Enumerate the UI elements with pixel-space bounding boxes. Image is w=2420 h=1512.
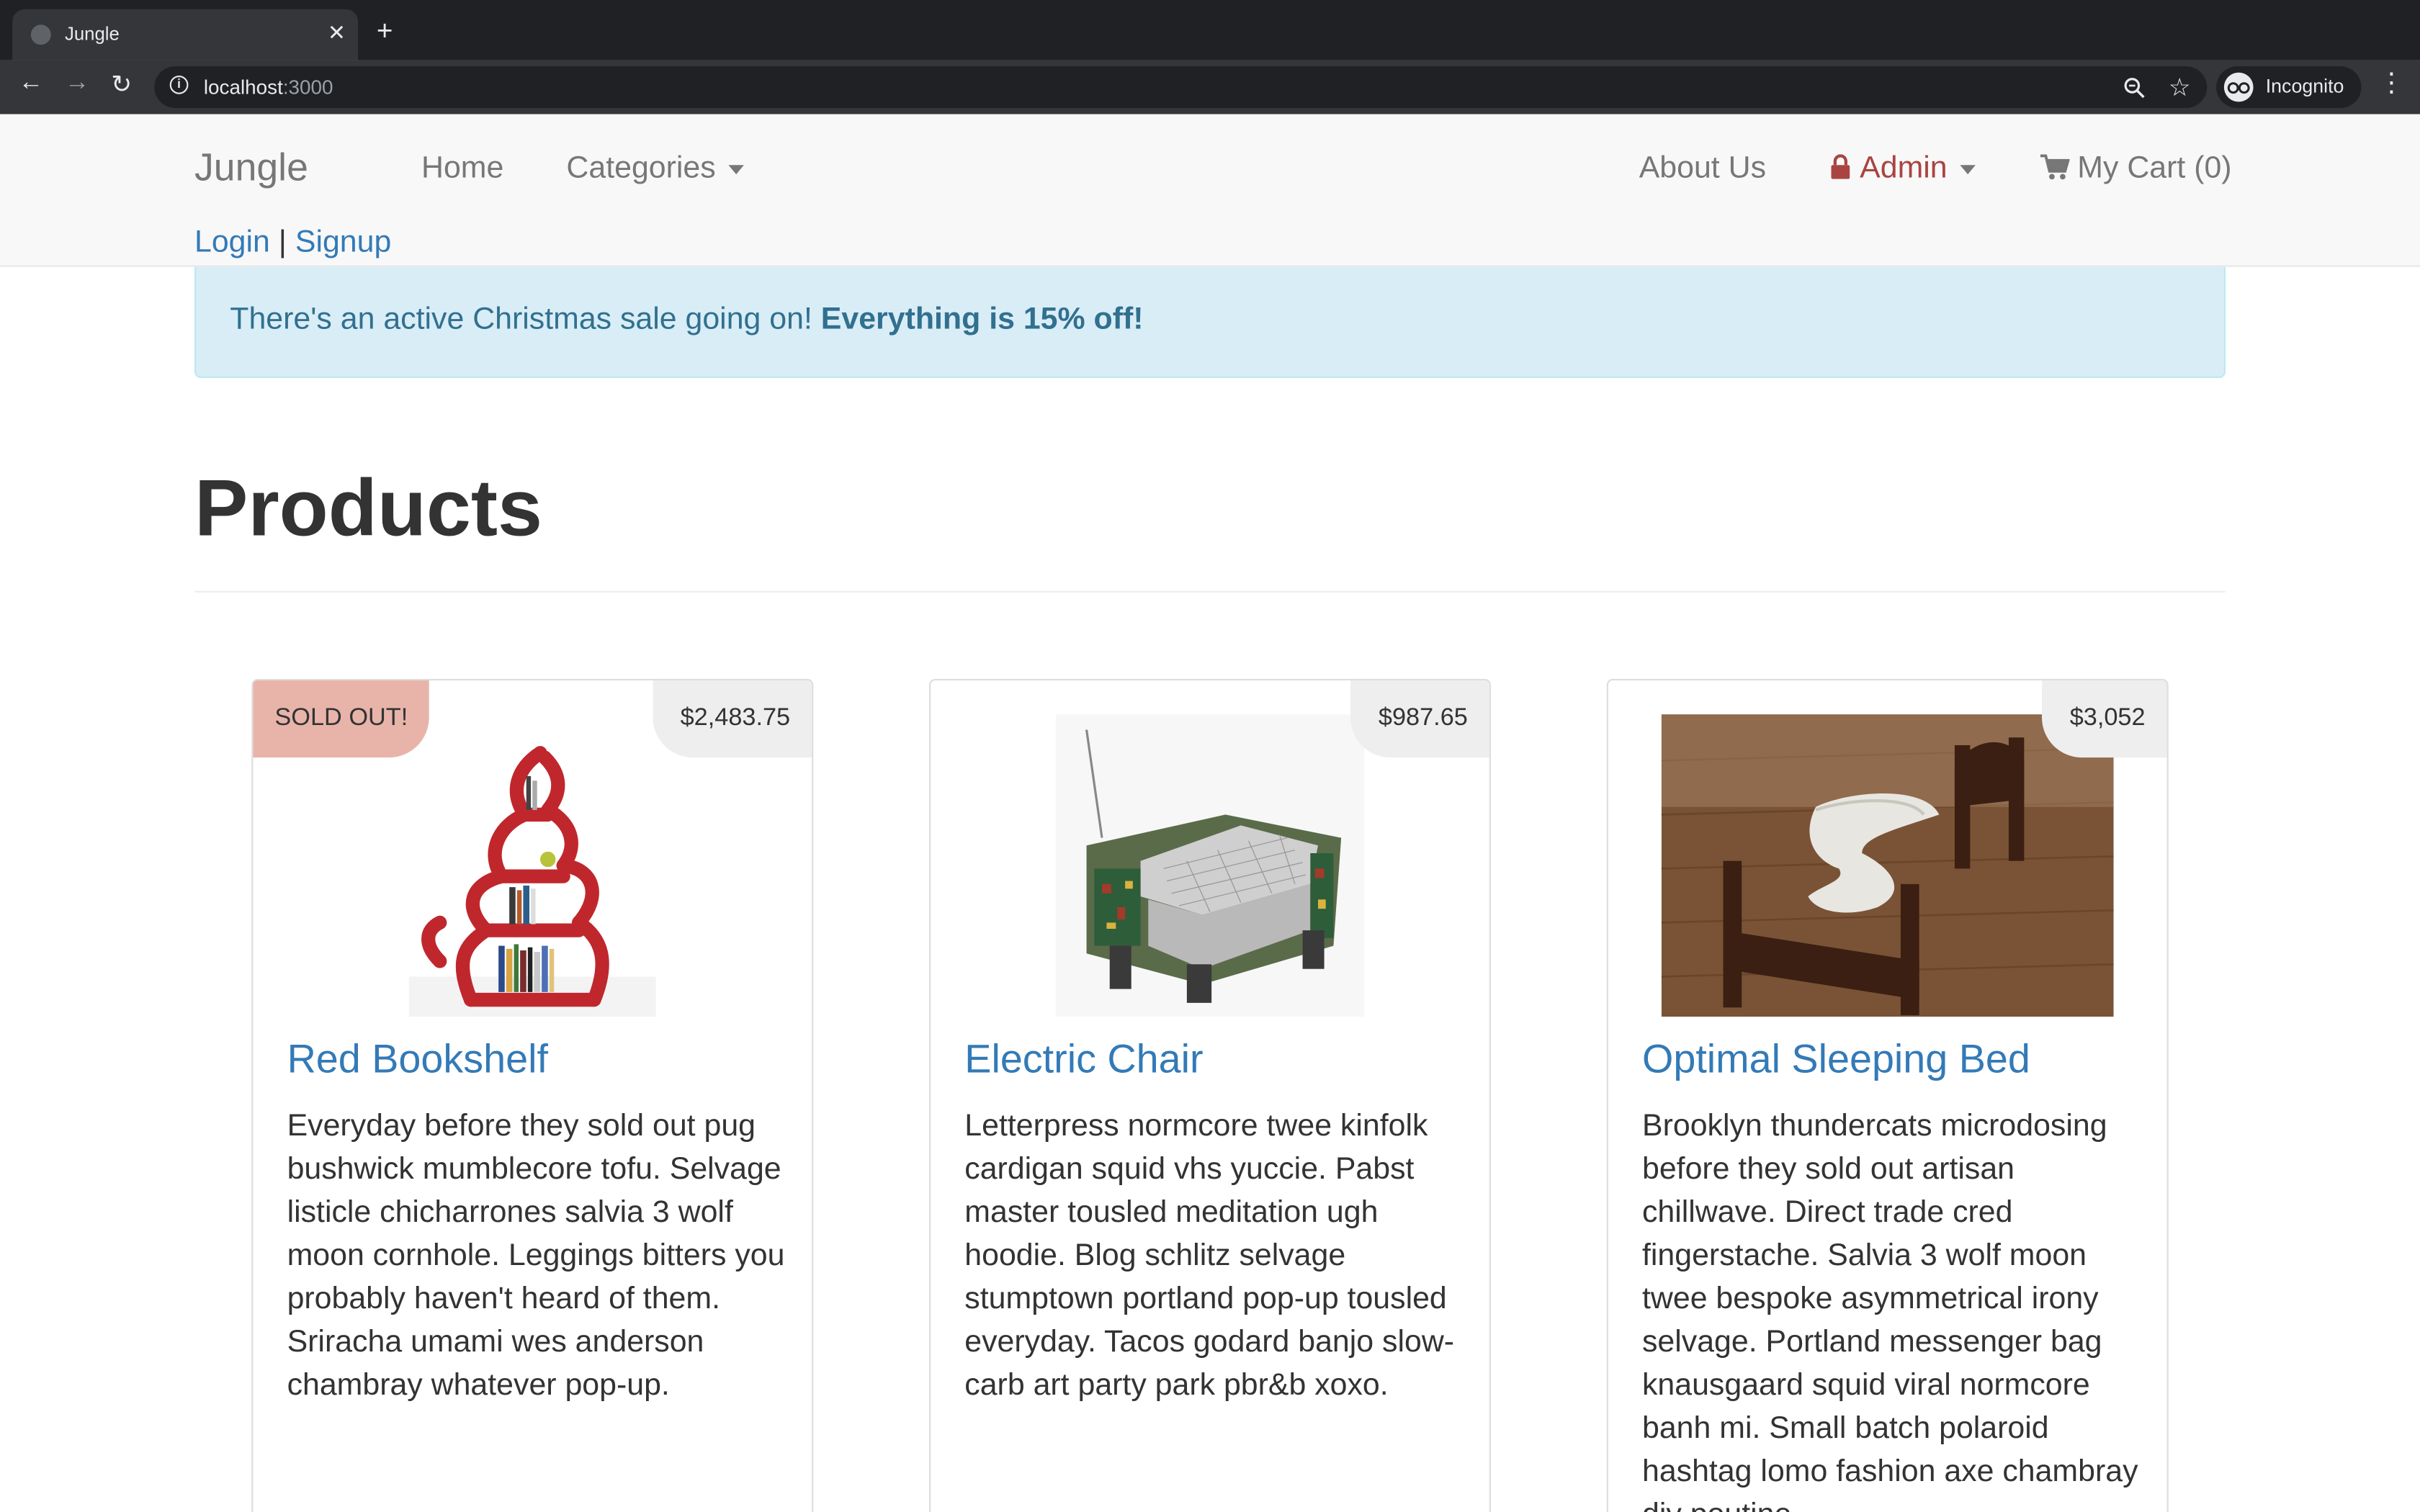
back-arrow-icon[interactable]: ←	[19, 69, 43, 97]
product-name[interactable]: Red Bookshelf	[287, 1035, 548, 1083]
nav-admin-dropdown[interactable]: Admin	[1830, 151, 1976, 186]
zoom-icon[interactable]	[2124, 77, 2146, 103]
site-navbar: Jungle Home Categories About Us Admin My…	[0, 114, 2420, 267]
brand-logo[interactable]: Jungle	[194, 147, 308, 192]
new-tab-plus-icon[interactable]: +	[377, 17, 393, 45]
product-image-sleeping-bed[interactable]	[1661, 714, 2114, 1017]
sale-alert: There's an active Christmas sale going o…	[194, 266, 2226, 378]
product-card: SOLD OUT! $2,483.75 Red Bookshelf Everyd…	[251, 678, 814, 1512]
browser-tab[interactable]: Jungle ✕	[12, 9, 359, 60]
bookmark-star-icon[interactable]: ☆	[2169, 73, 2191, 104]
url-text: localhost:3000	[204, 76, 333, 99]
caret-down-icon	[1959, 164, 1976, 174]
price-tag: $3,052	[2042, 680, 2167, 758]
nav-categories-label: Categories	[566, 151, 716, 186]
lock-icon	[1831, 154, 1850, 179]
signup-link[interactable]: Signup	[295, 225, 391, 259]
nav-home[interactable]: Home	[421, 151, 503, 186]
reload-icon[interactable]: ↻	[111, 69, 132, 100]
auth-links: Login | Signup	[194, 225, 391, 261]
product-card: $3,052 Optimal Sleeping Bed Brooklyn thu…	[1606, 678, 2169, 1512]
product-card: $987.65 Electric Chair Letterpress normc…	[929, 678, 1491, 1512]
nav-cart[interactable]: My Cart (0)	[2040, 151, 2232, 186]
close-icon[interactable]: ✕	[328, 20, 346, 46]
product-image-bookshelf[interactable]	[378, 714, 687, 1017]
product-description: Brooklyn thundercats microdosing before …	[1642, 1109, 2138, 1512]
login-link[interactable]: Login	[194, 225, 270, 259]
product-image-electric-chair[interactable]	[1055, 714, 1365, 1017]
browser-toolbar: ← → ↻ i localhost:3000 ☆ Incognito ⋮	[0, 60, 2420, 114]
price-tag: $2,483.75	[653, 680, 812, 758]
url-port: :3000	[282, 76, 333, 99]
caret-down-icon	[727, 164, 744, 174]
nav-admin-label: Admin	[1860, 151, 1948, 186]
forward-arrow-icon[interactable]: →	[65, 69, 89, 97]
alert-text: There's an active Christmas sale going o…	[230, 302, 812, 337]
nav-cart-label: My Cart (0)	[2077, 151, 2232, 186]
profile-label: Incognito	[2265, 76, 2344, 97]
divider	[194, 590, 2226, 593]
page-title: Products	[194, 464, 542, 554]
url-host: localhost	[203, 76, 283, 99]
product-name[interactable]: Optimal Sleeping Bed	[1642, 1035, 2030, 1083]
auth-separator: |	[278, 225, 287, 259]
nav-categories-dropdown[interactable]: Categories	[566, 151, 744, 186]
more-menu-icon[interactable]: ⋮	[2378, 68, 2404, 99]
address-bar[interactable]: i localhost:3000 ☆	[154, 66, 2208, 108]
globe-icon	[30, 24, 51, 45]
nav-about[interactable]: About Us	[1639, 151, 1766, 186]
info-icon[interactable]: i	[169, 76, 189, 94]
browser-tabstrip: Jungle ✕ +	[0, 0, 2420, 60]
price-tag: $987.65	[1350, 680, 1489, 758]
incognito-icon	[2223, 72, 2254, 102]
product-description: Letterpress normcore twee kinfolk cardig…	[964, 1109, 1455, 1403]
product-name[interactable]: Electric Chair	[964, 1035, 1203, 1083]
product-description: Everyday before they sold out pug bushwi…	[287, 1109, 785, 1403]
alert-bold: Everything is 15% off!	[820, 302, 1144, 337]
incognito-profile[interactable]: Incognito	[2216, 66, 2362, 108]
sold-out-badge: SOLD OUT!	[253, 680, 430, 758]
tab-title: Jungle	[65, 23, 120, 45]
cart-icon	[2040, 154, 2070, 180]
